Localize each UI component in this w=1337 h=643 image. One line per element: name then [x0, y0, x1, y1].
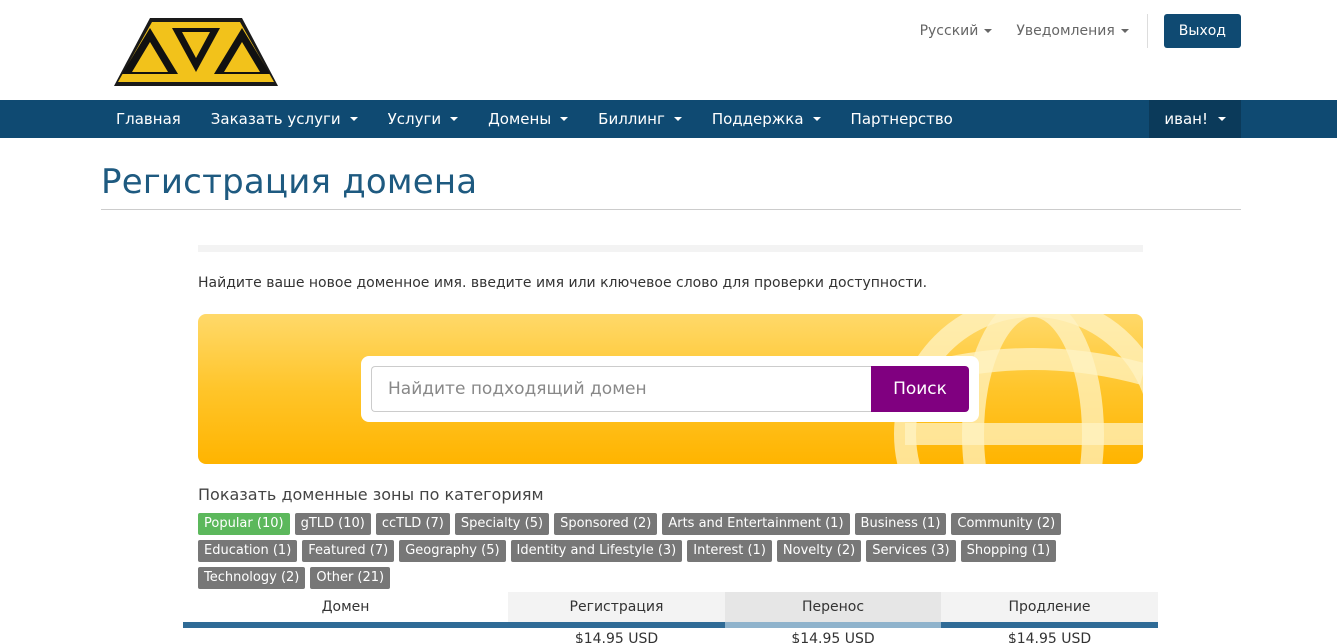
intro-text: Найдите ваше новое доменное имя. введите… — [198, 275, 928, 291]
category-tag[interactable]: Interest (1) — [687, 540, 772, 562]
pricing-header-row: Домен Регистрация Перенос Продление — [183, 592, 1158, 622]
nav-item-label: Биллинг — [598, 110, 665, 128]
category-tag[interactable]: Technology (2) — [198, 567, 306, 589]
category-tag[interactable]: Specialty (5) — [454, 513, 550, 535]
notifications-dropdown[interactable]: Уведомления — [1016, 23, 1129, 39]
main-navbar: Главная Заказать услуги Услуги Домены Биллин… — [0, 100, 1337, 138]
chevron-down-icon — [1218, 117, 1226, 121]
category-tag[interactable]: Novelty (2) — [776, 540, 862, 562]
column-header-transfer[interactable]: Перенос — [725, 592, 941, 622]
category-tag[interactable]: Services (3) — [866, 540, 956, 562]
nav-inner: Главная Заказать услуги Услуги Домены Биллин… — [101, 100, 1241, 138]
nav-item-label: Главная — [116, 110, 181, 128]
nav-item-3[interactable]: Домены — [473, 100, 583, 138]
chevron-down-icon — [349, 117, 358, 121]
category-tag[interactable]: Community (2) — [951, 513, 1062, 535]
category-tag[interactable]: Sponsored (2) — [554, 513, 658, 535]
chevron-down-icon — [673, 117, 682, 121]
nav-item-label: Домены — [488, 110, 552, 128]
language-dropdown[interactable]: Русский — [920, 23, 993, 39]
chevron-down-icon — [812, 117, 821, 121]
category-tag[interactable]: Other (21) — [310, 567, 391, 589]
chevron-down-icon — [450, 117, 459, 121]
category-tag[interactable]: gTLD (10) — [294, 513, 371, 535]
category-tag[interactable]: Arts and Entertainment (1) — [662, 513, 850, 535]
header-divider — [1146, 14, 1148, 48]
cell-transfer-price: $14.95 USD — [725, 628, 941, 643]
nav-item-label: Поддержка — [711, 110, 804, 128]
page-title: Регистрация домена — [101, 162, 478, 202]
user-menu-label: иван! — [1164, 110, 1208, 128]
language-label: Русский — [919, 23, 979, 39]
search-box: Поиск — [361, 356, 979, 422]
chevron-down-icon — [1120, 29, 1129, 33]
chevron-down-icon — [560, 117, 569, 121]
gray-strip — [198, 245, 1143, 252]
logout-button[interactable]: Выход — [1163, 14, 1241, 48]
cell-renew-price: $14.95 USD — [941, 628, 1158, 643]
category-tag[interactable]: Business (1) — [854, 513, 947, 535]
notifications-label: Уведомления — [1016, 23, 1115, 39]
nav-item-0[interactable]: Главная — [101, 100, 196, 138]
top-right-menu: Русский Уведомления Выход — [896, 14, 1241, 48]
categories-heading: Показать доменные зоны по категориям — [198, 485, 544, 504]
search-button[interactable]: Поиск — [871, 366, 969, 412]
pricing-table: Домен Регистрация Перенос Продление $14.… — [183, 592, 1158, 643]
category-tag[interactable]: Shopping (1) — [960, 540, 1057, 562]
user-menu[interactable]: иван! — [1149, 100, 1241, 138]
domain-search-banner: Поиск — [198, 314, 1143, 464]
nav-item-label: Заказать услуги — [210, 110, 341, 128]
nav-item-2[interactable]: Услуги — [373, 100, 473, 138]
domain-search-input[interactable] — [371, 366, 871, 412]
category-tag[interactable]: Geography (5) — [399, 540, 506, 562]
category-tag[interactable]: Identity and Lifestyle (3) — [510, 540, 683, 562]
nav-item-label: Партнерство — [850, 110, 953, 128]
cell-domain — [183, 628, 508, 643]
category-tag[interactable]: Education (1) — [198, 540, 298, 562]
category-tags: Popular (10) gTLD (10) ccTLD (7) Specialty … — [198, 513, 1143, 594]
column-header-domain[interactable]: Домен — [183, 592, 508, 622]
logo-graphic — [114, 18, 278, 86]
nav-item-1[interactable]: Заказать услуги — [196, 100, 373, 138]
table-row: $14.95 USD $14.95 USD $14.95 USD — [183, 628, 1158, 643]
chevron-down-icon — [984, 29, 993, 33]
nav-item-6[interactable]: Партнерство — [836, 100, 968, 138]
nav-item-label: Услуги — [387, 110, 442, 128]
title-divider — [101, 209, 1241, 210]
category-tag[interactable]: Featured (7) — [302, 540, 395, 562]
column-header-renew[interactable]: Продление — [941, 592, 1158, 622]
column-header-register[interactable]: Регистрация — [508, 592, 725, 622]
logo[interactable] — [110, 14, 282, 90]
nav-item-5[interactable]: Поддержка — [697, 100, 836, 138]
cell-register-price: $14.95 USD — [508, 628, 725, 643]
category-tag[interactable]: ccTLD (7) — [375, 513, 450, 535]
nav-item-4[interactable]: Биллинг — [583, 100, 697, 138]
category-tag[interactable]: Popular (10) — [198, 513, 290, 535]
